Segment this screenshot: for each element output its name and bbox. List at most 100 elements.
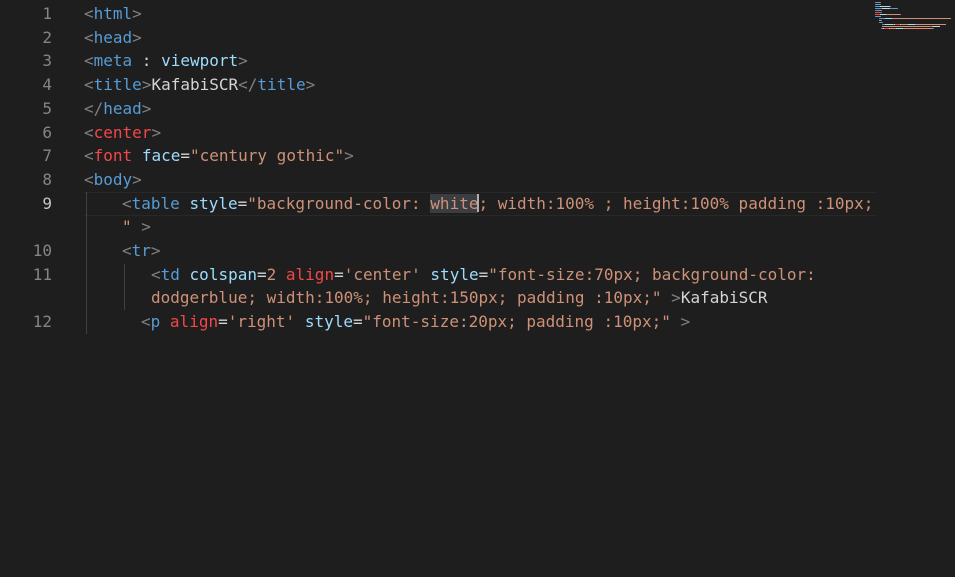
code-token: td [160,264,180,284]
minimap-stroke [901,24,908,25]
code-token: title [93,75,142,95]
code-token: font [93,146,133,166]
code-token: KafabiSCR [680,288,768,308]
code-token: 'right' [227,312,296,332]
code-token: > [132,169,142,189]
minimap-stroke [932,26,940,27]
code-token: > [132,27,142,47]
line-number: 10 [32,241,52,260]
code-token: > [132,4,142,23]
code-token: 2 [266,264,277,284]
code-line[interactable]: <meta : viewport> [84,49,248,73]
line-number [0,215,52,239]
code-token: style [430,264,479,284]
minimap-stroke [880,2,881,3]
minimap-stroke [897,8,898,9]
code-token: > [141,75,152,95]
line-number: 12 [32,312,52,332]
code-token: < [84,169,94,189]
code-token: head [103,98,142,118]
code-token: face [141,146,181,166]
line-number: 3 [42,51,52,71]
minimap-stroke [881,12,882,13]
minimap-stroke [932,28,934,29]
minimap-stroke [881,20,882,21]
code-line[interactable]: <td colspan=2 align='center' style="font… [151,263,816,287]
code-line[interactable]: " > [122,215,151,239]
code-token: </ [84,98,104,118]
code-token: < [151,264,161,284]
code-token: </ [238,75,258,95]
code-token: > [150,241,161,260]
code-token: title [257,75,306,95]
code-token: " [122,217,142,237]
code-token: center [93,122,152,142]
code-editor[interactable]: 1 2 3 4 5 6 7 8 9 10 11 12 <html> <head> <meta : view… [0,0,955,577]
code-line[interactable]: <center> [84,121,161,145]
code-token: ; width:100% ; height:100% padding :10px… [478,193,874,213]
minimap-stroke [882,26,930,27]
minimap-stroke [892,18,909,19]
code-token: dodgerblue; width:100%; height:150px; pa… [151,288,662,308]
code-line[interactable]: <html> [84,2,142,26]
code-token: p [150,312,161,332]
code-token: > [141,217,151,237]
code-line[interactable]: </head> [84,97,151,121]
minimap-stroke [882,8,890,9]
code-token: < [84,122,94,142]
minimap-stroke [886,14,900,15]
minimap-stroke [903,28,932,29]
line-number-gutter: 1 2 3 4 5 6 7 8 9 10 11 12 [0,0,60,577]
code-token: < [84,51,94,71]
code-token: KafabiSCR [151,75,239,95]
code-token: > [305,75,316,95]
minimap-stroke [882,22,883,23]
line-number: 6 [42,122,52,142]
code-line[interactable]: <font face="century gothic"> [84,144,354,168]
minimap[interactable] [875,2,953,32]
line-number: 2 [42,27,52,47]
code-token: body [93,169,133,189]
minimap-stroke [914,18,951,19]
code-token: "font-size:70px; background-color: [488,264,816,284]
code-token: meta [93,51,133,71]
code-line[interactable]: <head> [84,26,142,50]
code-token: < [84,75,94,95]
minimap-stroke [880,4,881,5]
code-token: = [180,146,190,166]
minimap-stroke [881,10,882,11]
code-line[interactable]: <tr> [122,239,161,263]
minimap-stroke [890,6,891,7]
code-token: > [151,122,162,142]
line-number: 7 [42,146,52,166]
code-token: "font-size:20px; padding :10px;" [362,312,671,332]
line-number: 9 [42,193,52,213]
code-token: < [84,146,94,166]
line-number: 8 [42,169,52,189]
code-token: 'center' [343,264,421,284]
line-number: 11 [32,264,52,284]
code-token: style [304,312,353,332]
code-line[interactable]: <p align='right' style="font-size:20px; … [141,310,690,334]
code-token: > [670,312,691,332]
code-token: > [141,98,152,118]
code-token: = [334,264,344,284]
minimap-stroke [883,6,890,7]
code-token: "background-color: [247,193,431,213]
code-line[interactable]: dodgerblue; width:100%; height:150px; pa… [151,286,768,310]
minimap-stroke [880,16,881,17]
code-line[interactable]: <title>KafabiSCR</title> [84,73,315,97]
code-token: table [131,193,180,213]
code-line[interactable]: <body> [84,168,142,192]
code-line[interactable]: <table style="background-color: white; w… [122,192,873,216]
code-area[interactable]: <html> <head> <meta : viewport> <title>Kafa… [84,0,884,577]
code-token: align [285,264,335,284]
code-token: < [122,241,132,260]
code-token: > [344,146,354,166]
line-number: 5 [42,98,52,118]
code-token: colspan [189,264,257,284]
